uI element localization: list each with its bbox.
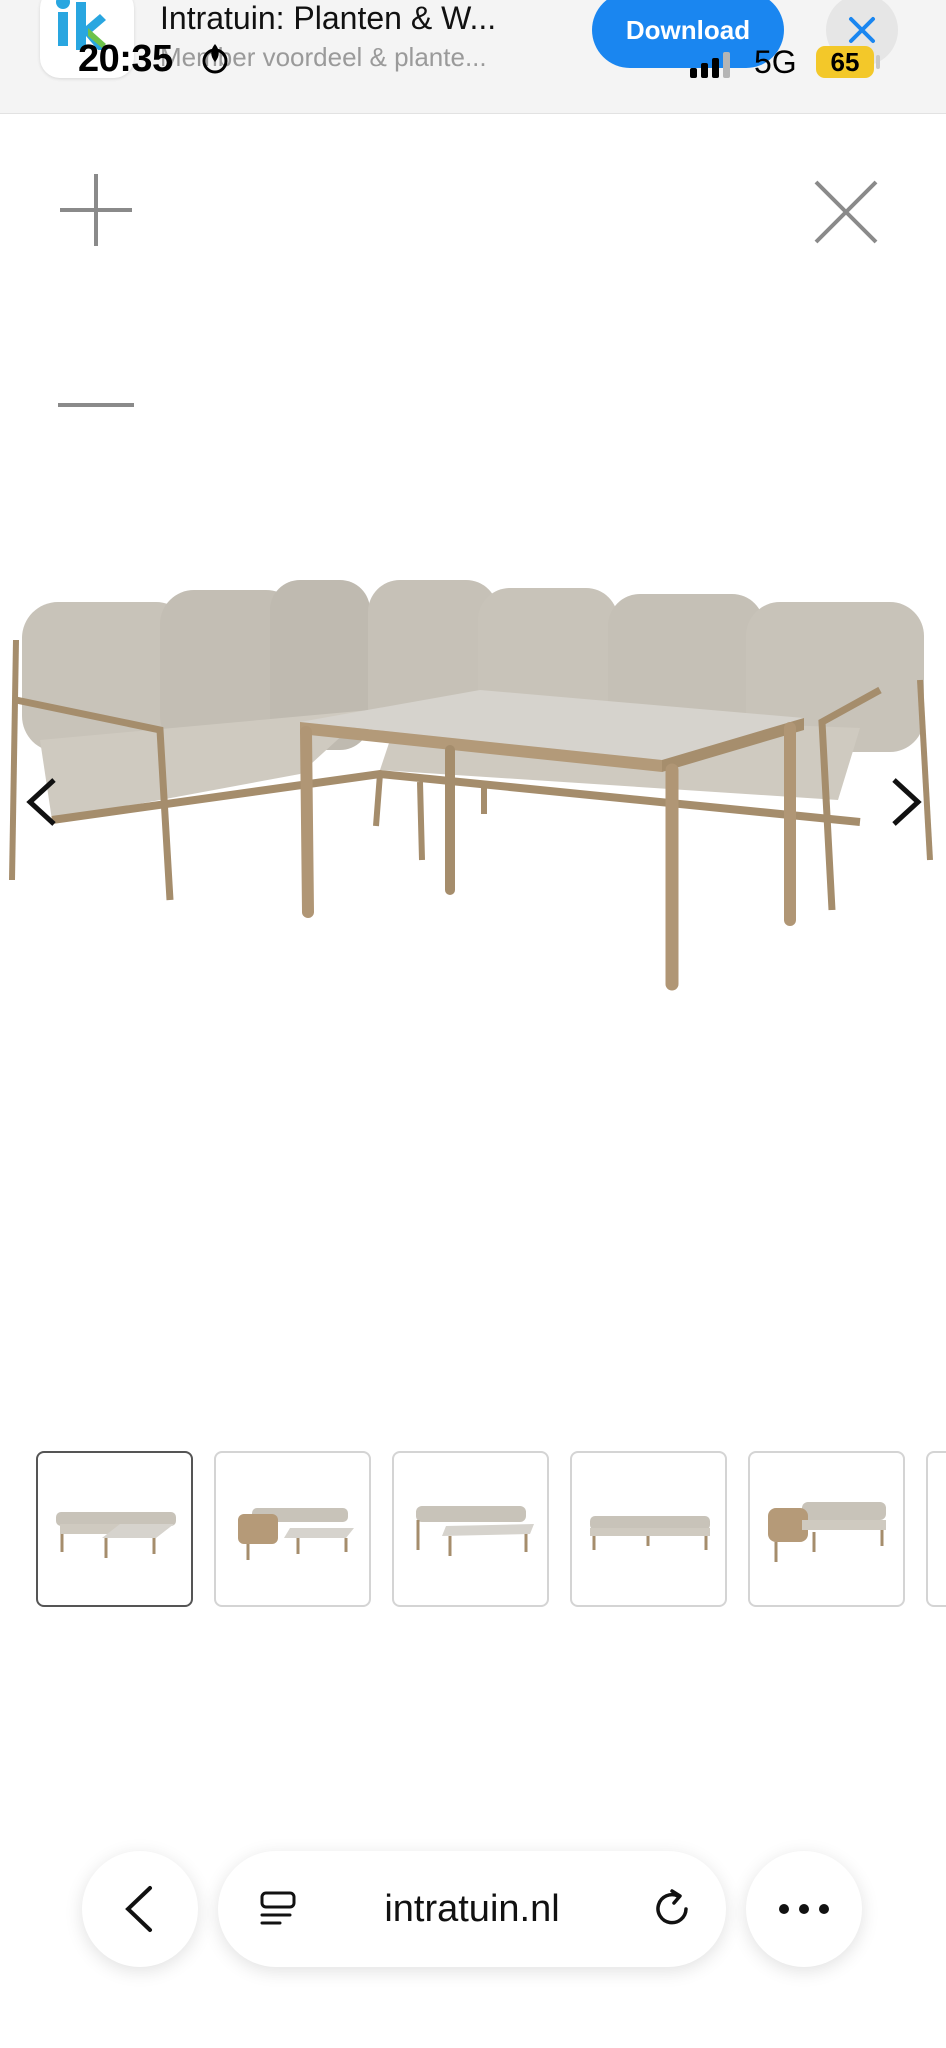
chevron-left-icon bbox=[125, 1886, 152, 1932]
back-button[interactable] bbox=[82, 1851, 198, 1967]
thumbnail-image bbox=[55, 1512, 176, 1558]
thumbnail-5[interactable] bbox=[748, 1451, 905, 1607]
thumbnail-image bbox=[415, 1506, 534, 1556]
thumbnail-image bbox=[767, 1502, 886, 1562]
battery-level: 65 bbox=[816, 46, 874, 78]
close-icon[interactable] bbox=[810, 176, 882, 248]
focus-icon bbox=[202, 44, 228, 74]
battery-tip bbox=[876, 55, 880, 69]
reload-icon[interactable] bbox=[650, 1887, 694, 1931]
thumbnail-1[interactable] bbox=[36, 1451, 193, 1607]
thumbnail-2[interactable] bbox=[214, 1451, 371, 1607]
network-type: 5G bbox=[754, 44, 797, 80]
more-icon bbox=[779, 1904, 829, 1914]
product-image bbox=[9, 580, 933, 991]
address-bar[interactable]: intratuin.nl bbox=[218, 1851, 726, 1967]
thumbnail-image bbox=[945, 1515, 946, 1535]
plus-icon[interactable] bbox=[56, 170, 136, 250]
thumbnail-6[interactable] bbox=[926, 1451, 946, 1607]
more-button[interactable] bbox=[746, 1851, 862, 1967]
minus-icon[interactable] bbox=[56, 390, 136, 420]
thumbnail-4[interactable] bbox=[570, 1451, 727, 1607]
app-banner: Intratuin: Planten & W... Member voordee… bbox=[0, 0, 946, 114]
chevron-right-icon[interactable] bbox=[884, 776, 928, 828]
thumbnail-3[interactable] bbox=[392, 1451, 549, 1607]
close-icon bbox=[849, 17, 875, 43]
app-name: Intratuin: Planten & W... bbox=[160, 0, 497, 36]
thumbnail-image bbox=[589, 1516, 710, 1550]
signal-icon bbox=[690, 52, 730, 78]
browser-toolbar: intratuin.nl bbox=[0, 1800, 946, 2048]
status-time: 20:35 bbox=[78, 38, 173, 80]
thumbnail-image bbox=[237, 1508, 354, 1560]
thumbnail-strip bbox=[36, 1451, 946, 1607]
chevron-left-icon[interactable] bbox=[20, 776, 64, 828]
screen: Intratuin: Planten & W... Member voordee… bbox=[0, 0, 946, 2048]
